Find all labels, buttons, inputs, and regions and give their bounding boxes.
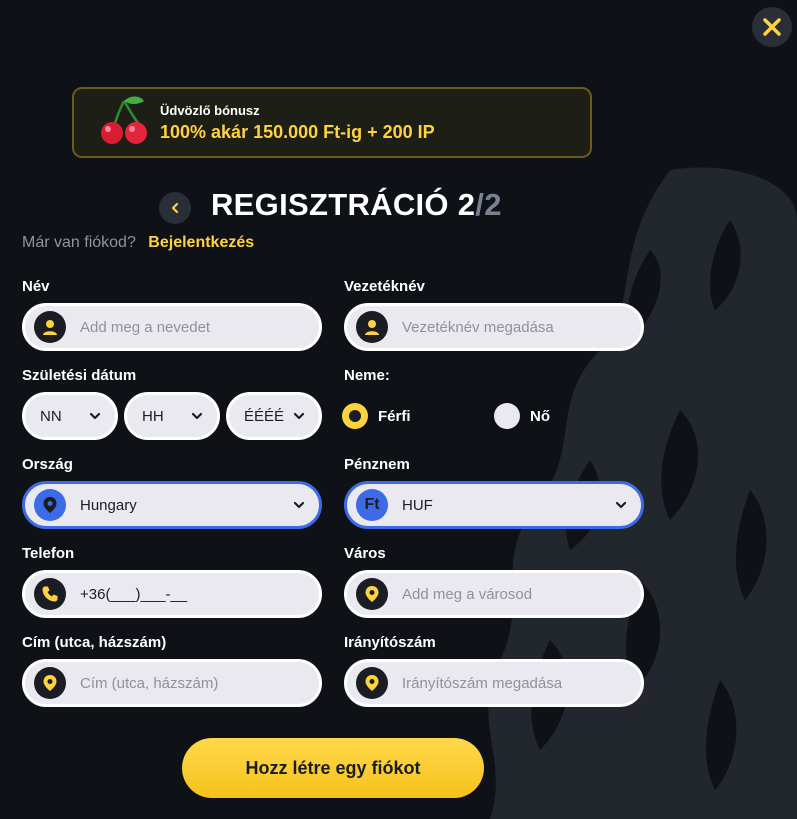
page-title: REGISZTRÁCIÓ 2/2 bbox=[211, 187, 502, 222]
gender-male-radio[interactable]: Férfi bbox=[342, 403, 411, 429]
first-name-placeholder: Add meg a nevedet bbox=[80, 318, 211, 336]
chevron-down-icon bbox=[615, 501, 627, 509]
location-pin-icon bbox=[356, 578, 388, 610]
welcome-bonus-banner: Üdvözlő bónusz 100% akár 150.000 Ft-ig +… bbox=[72, 87, 592, 158]
close-button[interactable] bbox=[752, 7, 792, 47]
country-label: Ország bbox=[22, 456, 73, 473]
location-pin-icon bbox=[356, 667, 388, 699]
cherry-icon bbox=[101, 96, 147, 144]
user-icon bbox=[356, 311, 388, 343]
phone-icon bbox=[34, 578, 66, 610]
address-label: Cím (utca, házszám) bbox=[22, 634, 167, 651]
last-name-field[interactable]: Vezetéknév megadása bbox=[344, 303, 644, 351]
currency-select[interactable]: Ft HUF bbox=[344, 481, 644, 529]
back-button[interactable] bbox=[159, 192, 191, 224]
login-prompt: Már van fiókod? Bejelentkezés bbox=[22, 234, 254, 252]
chevron-down-icon bbox=[293, 501, 305, 509]
birth-year-select[interactable]: ÉÉÉÉ bbox=[226, 392, 322, 440]
birth-date-label: Születési dátum bbox=[22, 367, 137, 384]
chevron-down-icon bbox=[89, 412, 101, 420]
chevron-down-icon bbox=[191, 412, 203, 420]
chevron-left-icon bbox=[171, 202, 179, 214]
user-icon bbox=[34, 311, 66, 343]
bonus-offer: 100% akár 150.000 Ft-ig + 200 IP bbox=[160, 121, 435, 142]
city-label: Város bbox=[344, 545, 386, 562]
location-pin-icon bbox=[34, 489, 66, 521]
birth-month-select[interactable]: HH bbox=[124, 392, 220, 440]
first-name-field[interactable]: Add meg a nevedet bbox=[22, 303, 322, 351]
login-question: Már van fiókod? bbox=[22, 234, 136, 251]
phone-label: Telefon bbox=[22, 545, 75, 562]
gender-label: Neme: bbox=[344, 367, 390, 384]
login-link[interactable]: Bejelentkezés bbox=[148, 234, 254, 251]
chevron-down-icon bbox=[293, 412, 305, 420]
last-name-label: Vezetéknév bbox=[344, 278, 425, 295]
address-field[interactable]: Cím (utca, házszám) bbox=[22, 659, 322, 707]
country-select[interactable]: Hungary bbox=[22, 481, 322, 529]
close-icon bbox=[763, 18, 781, 36]
bonus-caption: Üdvözlő bónusz bbox=[160, 102, 260, 118]
last-name-placeholder: Vezetéknév megadása bbox=[402, 318, 554, 336]
create-account-button[interactable]: Hozz létre egy fiókot bbox=[182, 738, 484, 798]
birth-day-select[interactable]: NN bbox=[22, 392, 118, 440]
first-name-label: Név bbox=[22, 278, 50, 295]
currency-label: Pénznem bbox=[344, 456, 410, 473]
city-field[interactable]: Add meg a városod bbox=[344, 570, 644, 618]
zip-field[interactable]: Irányítószám megadása bbox=[344, 659, 644, 707]
gender-female-radio[interactable]: Nő bbox=[494, 403, 550, 429]
zip-label: Irányítószám bbox=[344, 634, 436, 651]
location-pin-icon bbox=[34, 667, 66, 699]
currency-icon: Ft bbox=[356, 489, 388, 521]
phone-field[interactable]: +36(___)___-__ bbox=[22, 570, 322, 618]
